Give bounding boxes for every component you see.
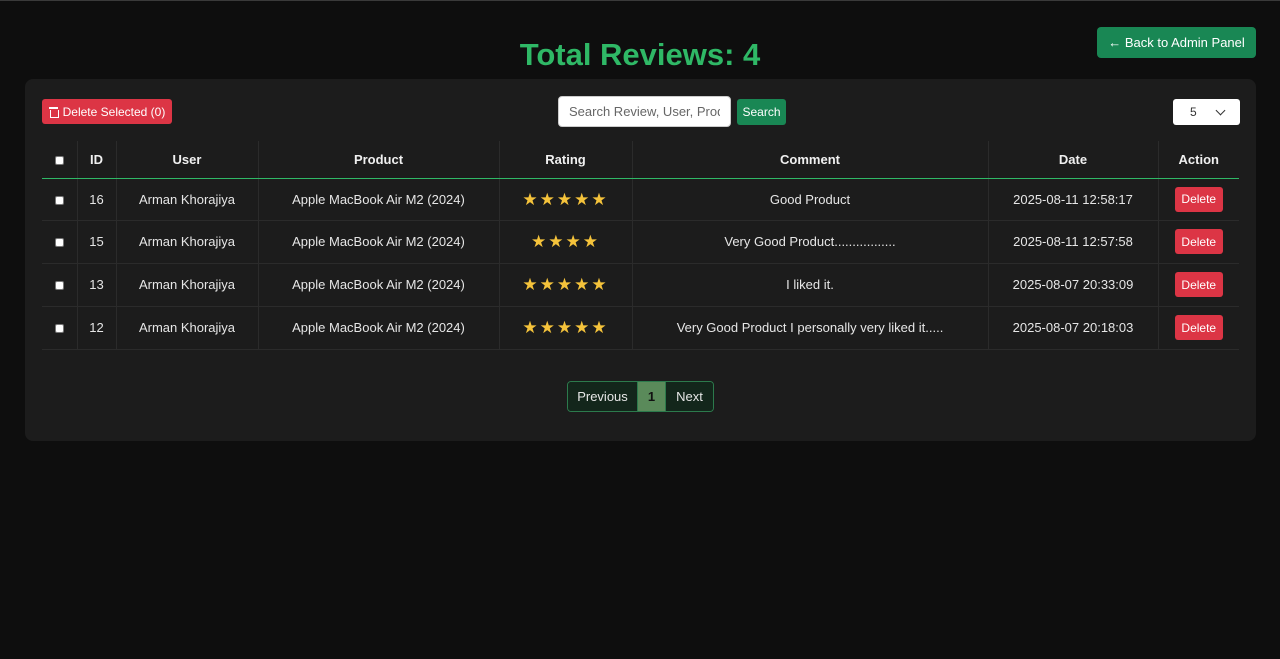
delete-button[interactable]: Delete: [1174, 315, 1223, 340]
column-header-comment: Comment: [632, 141, 989, 179]
row-checkbox[interactable]: [54, 324, 64, 334]
review-id: 13: [77, 263, 117, 307]
review-product: Apple MacBook Air M2 (2024): [258, 178, 500, 221]
review-rating: ★★★★★: [499, 306, 633, 350]
review-id: 16: [77, 178, 117, 221]
review-user: Arman Khorajiya: [116, 263, 259, 307]
review-product: Apple MacBook Air M2 (2024): [258, 263, 500, 307]
chevron-down-icon: [1215, 105, 1226, 116]
review-user: Arman Khorajiya: [116, 306, 259, 350]
review-date: 2025-08-07 20:33:09: [988, 263, 1159, 307]
review-date: 2025-08-11 12:58:17: [988, 178, 1159, 221]
review-rating: ★★★★★: [499, 263, 633, 307]
column-header-date: Date: [988, 141, 1159, 179]
review-comment: I liked it.: [632, 263, 989, 307]
table-row: 13 Arman Khorajiya Apple MacBook Air M2 …: [42, 263, 1239, 307]
row-checkbox[interactable]: [54, 195, 64, 205]
row-select-cell: [42, 178, 78, 221]
page-1-button[interactable]: 1: [638, 382, 666, 411]
review-comment: Very Good Product.................: [632, 220, 989, 264]
table-row: 15 Arman Khorajiya Apple MacBook Air M2 …: [42, 220, 1239, 264]
row-select-cell: [42, 306, 78, 350]
review-product: Apple MacBook Air M2 (2024): [258, 220, 500, 264]
row-checkbox[interactable]: [54, 281, 64, 291]
table-header-row: ID User Product Rating Comment Date Acti…: [42, 141, 1239, 179]
review-action: Delete: [1158, 178, 1239, 221]
per-page-value: 5: [1190, 105, 1197, 119]
review-action: Delete: [1158, 220, 1239, 264]
column-header-product: Product: [258, 141, 500, 179]
previous-page-button[interactable]: Previous: [568, 382, 638, 411]
review-action: Delete: [1158, 306, 1239, 350]
page-title: Total Reviews: 4: [519, 37, 761, 72]
delete-selected-button[interactable]: Delete Selected (0): [42, 99, 172, 124]
row-checkbox[interactable]: [54, 238, 64, 248]
select-all-checkbox[interactable]: [54, 155, 64, 165]
reviews-table: ID User Product Rating Comment Date Acti…: [42, 141, 1239, 350]
star-rating-icons: ★★★★★: [522, 189, 609, 209]
delete-selected-label: Delete Selected (0): [62, 104, 166, 119]
review-id: 12: [77, 306, 117, 350]
delete-button[interactable]: Delete: [1174, 186, 1223, 212]
search-input[interactable]: [558, 96, 731, 127]
row-select-cell: [42, 220, 78, 264]
delete-button[interactable]: Delete: [1174, 272, 1223, 297]
review-comment: Very Good Product I personally very like…: [632, 306, 989, 350]
review-user: Arman Khorajiya: [116, 178, 259, 221]
table-row: 12 Arman Khorajiya Apple MacBook Air M2 …: [42, 306, 1239, 350]
column-header-action: Action: [1158, 141, 1239, 179]
star-rating-icons: ★★★★★: [522, 318, 609, 337]
table-row: 16 Arman Khorajiya Apple MacBook Air M2 …: [42, 178, 1239, 221]
review-date: 2025-08-07 20:18:03: [988, 306, 1159, 350]
column-header-id: ID: [77, 141, 117, 179]
review-rating: ★★★★★: [499, 178, 633, 221]
review-product: Apple MacBook Air M2 (2024): [258, 306, 500, 350]
delete-button[interactable]: Delete: [1174, 229, 1223, 254]
review-action: Delete: [1158, 263, 1239, 307]
star-rating-icons: ★★★★: [531, 232, 600, 251]
pagination: Previous 1 Next: [567, 381, 714, 412]
review-id: 15: [77, 220, 117, 264]
select-all-header: [42, 141, 78, 179]
column-header-user: User: [116, 141, 259, 179]
star-rating-icons: ★★★★★: [522, 275, 609, 294]
trash-icon: [48, 106, 59, 118]
per-page-select[interactable]: 5: [1173, 99, 1240, 125]
review-comment: Good Product: [632, 178, 989, 221]
review-user: Arman Khorajiya: [116, 220, 259, 264]
review-rating: ★★★★: [499, 220, 633, 264]
reviews-panel: Delete Selected (0) Search 5 ID User Pro…: [25, 79, 1256, 441]
search-button[interactable]: Search: [737, 99, 786, 125]
row-select-cell: [42, 263, 78, 307]
column-header-rating: Rating: [499, 141, 633, 179]
review-date: 2025-08-11 12:57:58: [988, 220, 1159, 264]
next-page-button[interactable]: Next: [666, 382, 713, 411]
